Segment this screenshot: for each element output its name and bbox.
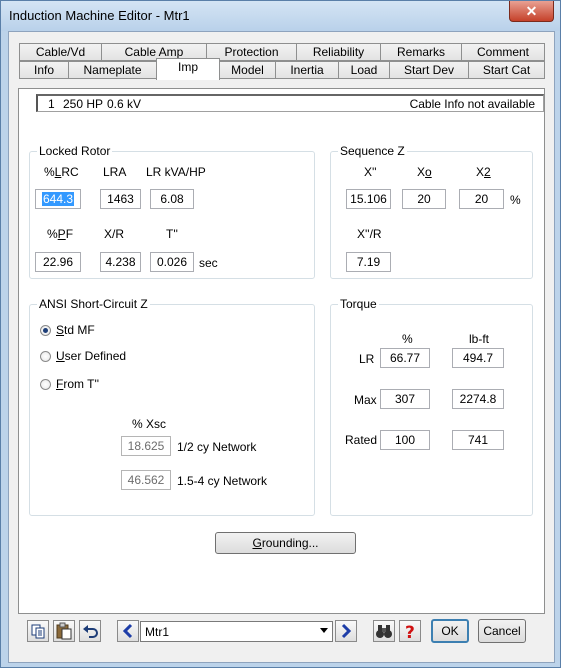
- tab-comment[interactable]: Comment: [461, 43, 545, 61]
- user-defined-label[interactable]: User Defined: [56, 349, 126, 363]
- tab-start-cat[interactable]: Start Cat: [468, 61, 545, 79]
- next-icon: [341, 623, 352, 639]
- x-subtransient-input[interactable]: 15.106: [346, 189, 391, 209]
- lr-kva-hp-input[interactable]: 6.08: [150, 189, 194, 209]
- previous-button[interactable]: [117, 620, 139, 642]
- locked-rotor-title: Locked Rotor: [37, 144, 113, 158]
- from-t-radio[interactable]: [40, 379, 51, 390]
- t-label: T'': [166, 227, 178, 241]
- machine-id: 1: [48, 97, 55, 111]
- torque-rated-pct-input[interactable]: 100: [380, 430, 430, 450]
- paste-icon: [56, 622, 72, 640]
- t-input[interactable]: 0.026: [150, 252, 194, 272]
- torque-max-lbft-input[interactable]: 2274.8: [452, 389, 504, 409]
- lra-label: LRA: [103, 165, 127, 179]
- torque-rated-label: Rated: [345, 433, 378, 447]
- user-defined-radio[interactable]: [40, 351, 51, 362]
- x-r-ratio-input[interactable]: 7.19: [346, 252, 391, 272]
- copy-icon: [31, 624, 45, 639]
- close-button[interactable]: ✕: [509, 1, 554, 22]
- x0-input[interactable]: 20: [402, 189, 446, 209]
- ok-button[interactable]: OK: [431, 619, 469, 643]
- sequence-z-title: Sequence Z: [338, 144, 407, 158]
- ansi-short-circuit-group: ANSI Short-Circuit Z Std MF User Defined…: [29, 297, 315, 516]
- half-cycle-xsc-input[interactable]: 18.625: [121, 436, 171, 456]
- dialog-body: Cable/Vd Cable Amp Protection Reliabilit…: [8, 31, 555, 663]
- torque-pct-header: %: [402, 332, 413, 346]
- binoculars-icon: [376, 625, 392, 638]
- undo-icon: [83, 625, 98, 638]
- pf-label: %PF: [47, 227, 74, 241]
- cycle-1-5-4-xsc-input[interactable]: 46.562: [121, 470, 171, 490]
- torque-lbft-header: lb-ft: [469, 332, 490, 346]
- previous-icon: [122, 623, 133, 639]
- tab-cable-vd[interactable]: Cable/Vd: [19, 43, 102, 61]
- lr-kva-hp-label: LR kVA/HP: [146, 165, 206, 179]
- chevron-down-icon: [320, 628, 328, 633]
- next-button[interactable]: [335, 620, 357, 642]
- xsc-label: % Xsc: [132, 417, 167, 431]
- machine-kv: 0.6 kV: [107, 97, 142, 111]
- grounding-button[interactable]: Grounding...: [215, 532, 356, 554]
- info-bar: 1 250 HP 0.6 kV Cable Info not available: [36, 94, 544, 112]
- sequence-z-unit: %: [510, 193, 521, 207]
- cycle-1-5-4-label: 1.5-4 cy Network: [177, 474, 268, 488]
- lrc-input[interactable]: 644.3: [35, 189, 81, 209]
- sequence-z-group: Sequence Z X'' Xo X2 15.106 20 20 % X''/…: [330, 144, 533, 279]
- torque-group: Torque % lb-ft LR 66.77 494.7 Max 307 22…: [330, 297, 533, 516]
- tab-inertia[interactable]: Inertia: [275, 61, 339, 79]
- torque-lr-lbft-input[interactable]: 494.7: [452, 348, 504, 368]
- editor-window: Induction Machine Editor - Mtr1 ✕ Cable/…: [0, 0, 561, 668]
- copy-button[interactable]: [27, 620, 49, 642]
- lra-input[interactable]: 1463: [100, 189, 141, 209]
- cancel-button[interactable]: Cancel: [478, 619, 526, 643]
- x-r-ratio-label: X''/R: [357, 227, 382, 241]
- xr-input[interactable]: 4.238: [100, 252, 141, 272]
- tab-start-dev[interactable]: Start Dev: [389, 61, 469, 79]
- torque-rated-lbft-input[interactable]: 741: [452, 430, 504, 450]
- tab-reliability[interactable]: Reliability: [296, 43, 381, 61]
- svg-text:?: ?: [405, 623, 415, 641]
- std-mf-radio[interactable]: [40, 325, 51, 336]
- t-unit: sec: [199, 256, 218, 270]
- torque-lr-pct-input[interactable]: 66.77: [380, 348, 430, 368]
- title-bar: Induction Machine Editor - Mtr1 ✕: [1, 1, 560, 31]
- tab-load[interactable]: Load: [338, 61, 390, 79]
- tab-info[interactable]: Info: [19, 61, 69, 79]
- locked-rotor-group: Locked Rotor %LRC LRA LR kVA/HP 644.3 14…: [29, 144, 315, 279]
- tab-model[interactable]: Model: [219, 61, 276, 79]
- torque-title: Torque: [338, 297, 379, 311]
- tab-nameplate[interactable]: Nameplate: [68, 61, 157, 79]
- help-icon: ?: [405, 623, 415, 643]
- paste-button[interactable]: [53, 620, 75, 642]
- tab-imp[interactable]: Imp: [156, 58, 220, 80]
- machine-hp: 250 HP: [63, 97, 104, 111]
- undo-button[interactable]: [79, 620, 101, 642]
- x-subtransient-label: X'': [364, 165, 377, 179]
- machine-select[interactable]: Mtr1: [140, 621, 333, 642]
- std-mf-label[interactable]: Std MF: [56, 323, 95, 337]
- help-button[interactable]: ?: [399, 620, 421, 643]
- cable-status: Cable Info not available: [409, 97, 535, 111]
- tab-remarks[interactable]: Remarks: [380, 43, 462, 61]
- window-title: Induction Machine Editor - Mtr1: [9, 8, 190, 23]
- from-t-label[interactable]: From T'': [56, 377, 99, 391]
- x2-input[interactable]: 20: [459, 189, 504, 209]
- x0-label: Xo: [417, 165, 432, 179]
- machine-select-value: Mtr1: [145, 625, 169, 639]
- x2-label: X2: [476, 165, 491, 179]
- torque-lr-label: LR: [359, 352, 375, 366]
- torque-max-label: Max: [354, 393, 377, 407]
- pf-input[interactable]: 22.96: [35, 252, 81, 272]
- ansi-title: ANSI Short-Circuit Z: [37, 297, 150, 311]
- lrc-label: %LRC: [44, 165, 79, 179]
- half-cycle-label: 1/2 cy Network: [177, 440, 257, 454]
- xr-label: X/R: [104, 227, 125, 241]
- torque-max-pct-input[interactable]: 307: [380, 389, 430, 409]
- find-button[interactable]: [373, 620, 395, 642]
